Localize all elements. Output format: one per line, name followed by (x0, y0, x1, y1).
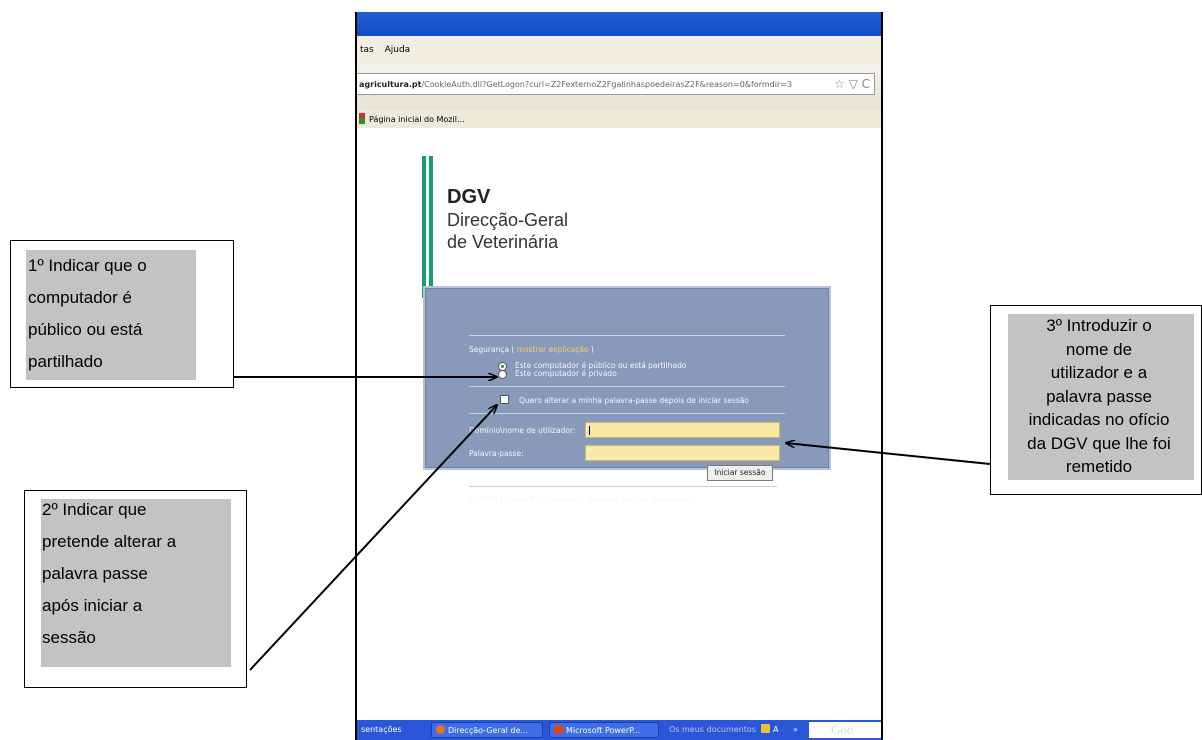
annotation-line: pretende alterar a (42, 532, 177, 551)
document-page: tas Ajuda agricultura.pt/CookieAuth.dll?… (0, 0, 1202, 740)
annotation-box-3: 3º Introduzir o nome de utilizador e a p… (990, 305, 1202, 495)
divider (469, 486, 777, 487)
logo-acronym: DGV (447, 186, 491, 208)
copyright-text: © 2006 Microsoft Corporation. Todos os d… (469, 495, 695, 504)
url-domain: agricultura.pt (359, 80, 422, 89)
change-password-checkbox[interactable] (500, 395, 509, 404)
divider (469, 386, 785, 387)
annotation-line: palavra passe (42, 564, 148, 583)
username-label: Domínio\nome de utilizador: (469, 426, 576, 435)
sign-in-button[interactable]: Iniciar sessão (707, 465, 773, 481)
address-bar[interactable]: agricultura.pt/CookieAuth.dll?GetLogon?c… (357, 73, 875, 95)
annotation-box-2: 2º Indicar que pretende alterar a palavr… (24, 490, 247, 688)
annotation-line: partilhado (28, 352, 103, 371)
security-heading: Segurança ( mostrar explicação ) (469, 345, 594, 354)
taskbar-item-label: Direcção-Geral de... (448, 726, 529, 735)
logo-stripe (422, 156, 426, 298)
firefox-icon (436, 725, 445, 734)
divider (469, 413, 785, 414)
bookmark-star-icon[interactable]: ☆ ▽ C (834, 77, 870, 91)
taskbar-item-presentations[interactable]: sentações (357, 722, 427, 738)
logo-stripe (429, 156, 433, 298)
annotation-text-3: 3º Introduzir o nome de utilizador e a p… (999, 314, 1199, 479)
password-input[interactable] (585, 445, 780, 461)
security-paren: ) (590, 345, 594, 354)
menu-bar: tas Ajuda (357, 36, 881, 64)
bookmarks-bar: Página inicial do Mozil... (357, 110, 881, 128)
windows-taskbar: sentações Direcção-Geral de... Microsoft… (357, 720, 881, 740)
taskbar-item-label: Microsoft PowerP... (566, 726, 641, 735)
logo-line-1: Direcção-Geral (447, 210, 569, 230)
window-titlebar (357, 12, 881, 36)
menu-item-tools[interactable]: tas (360, 45, 374, 55)
change-password-label: Quero alterar a minha palavra-passe depo… (519, 396, 750, 405)
username-input[interactable] (585, 422, 780, 438)
show-explanation-link[interactable]: mostrar explicação (517, 345, 589, 354)
text-caret (589, 426, 590, 435)
annotation-text-1: 1º Indicar que o computador é público ou… (28, 250, 147, 378)
annotation-box-1: 1º Indicar que o computador é público ou… (10, 240, 234, 388)
taskbar-item-folder[interactable]: A (757, 722, 787, 738)
annotation-line: público ou está (28, 320, 143, 339)
taskbar-item-firefox[interactable]: Direcção-Geral de... (431, 722, 543, 738)
taskbar-item-my-documents[interactable]: Os meus documentos (665, 722, 757, 738)
menu-item-help[interactable]: Ajuda (385, 45, 411, 55)
annotation-line: nome de (1065, 339, 1133, 359)
annotation-text-2: 2º Indicar que pretende alterar a palavr… (42, 494, 176, 654)
divider (469, 335, 785, 336)
annotation-line: 2º Indicar que (42, 500, 147, 519)
annotation-line: da DGV que lhe foi (1027, 433, 1171, 453)
powerpoint-icon (554, 725, 563, 734)
annotation-line: computador é (28, 288, 132, 307)
radio-private-computer[interactable] (498, 370, 507, 379)
taskbar-overflow-chevron[interactable]: » (789, 722, 805, 738)
bookmark-home[interactable]: Página inicial do Mozil... (369, 115, 465, 124)
login-panel: Segurança ( mostrar explicação ) Este co… (423, 286, 831, 504)
radio-private-label: Este computador é privado (515, 369, 617, 378)
annotation-line: remetido (1065, 457, 1133, 476)
taskbar-item-label: A (773, 725, 779, 734)
annotation-line: 1º Indicar que o (28, 256, 147, 275)
bookmark-icon (359, 113, 365, 124)
taskbar-item-powerpoint[interactable]: Microsoft PowerP... (549, 722, 659, 738)
annotation-line: indicadas no ofício (1028, 410, 1170, 429)
logo-line-2: de Veterinária (447, 232, 559, 252)
google-search-box[interactable]: Goo (809, 722, 881, 738)
annotation-line: sessão (42, 628, 96, 647)
url-path: /CookieAuth.dll?GetLogon?curl=Z2Fexterno… (421, 80, 793, 89)
security-label: Segurança ( (469, 345, 515, 354)
annotation-line: após iniciar a (42, 596, 143, 615)
annotation-line: palavra passe (1046, 386, 1152, 406)
annotation-line: 3º Introduzir o (1046, 316, 1152, 335)
password-label: Palavra-passe: (469, 449, 524, 458)
navigation-toolbar: agricultura.pt/CookieAuth.dll?GetLogon?c… (357, 64, 881, 112)
browser-screenshot: tas Ajuda agricultura.pt/CookieAuth.dll?… (355, 12, 883, 740)
annotation-line: utilizador e a (1050, 363, 1148, 382)
folder-icon (761, 724, 770, 733)
